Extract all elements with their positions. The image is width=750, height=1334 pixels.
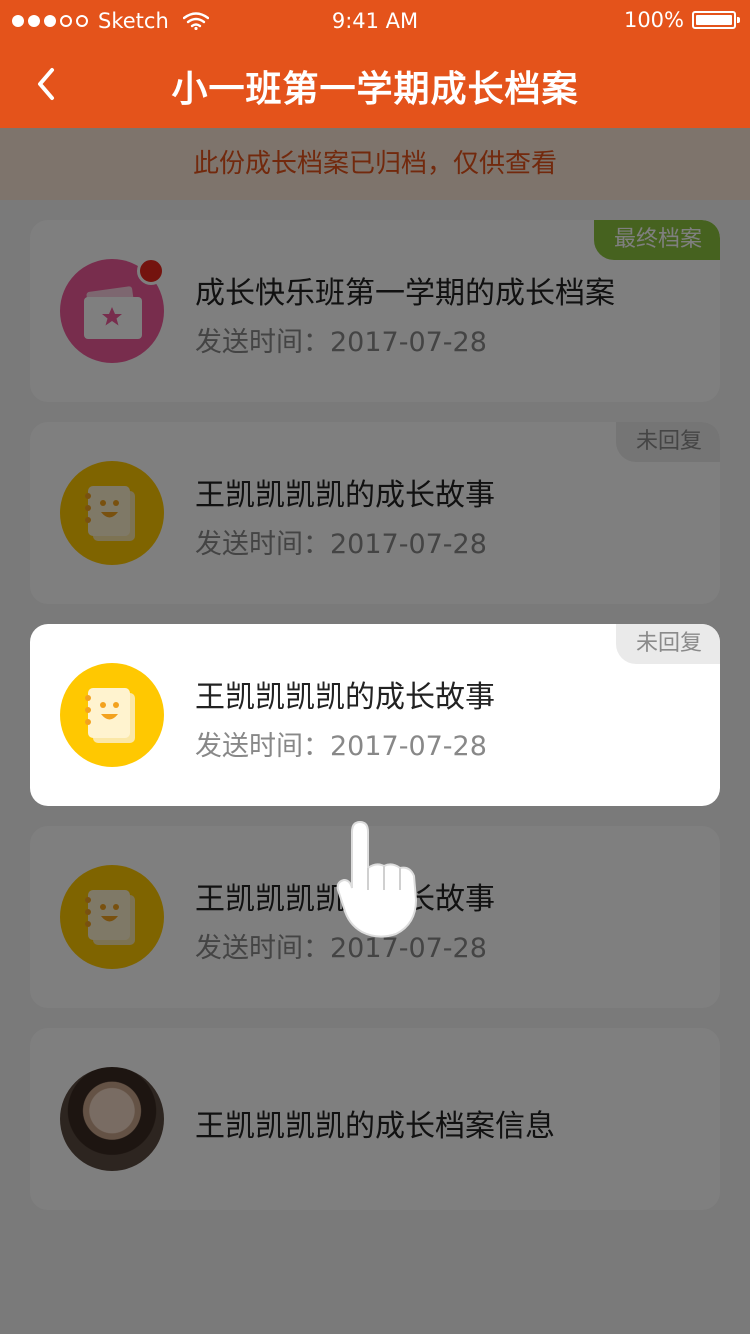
page-title: 小一班第一学期成长档案 xyxy=(171,69,579,110)
tap-hand-icon xyxy=(336,820,418,938)
unreplied-tag: 未回复 xyxy=(615,624,720,664)
list-item-highlighted[interactable]: 未回复 王凯凯凯凯的成长故事 发送时间：2017-07-28 xyxy=(30,624,720,806)
card-date: 发送时间：2017-07-28 xyxy=(195,731,487,762)
nav-bar: 小一班第一学期成长档案 xyxy=(0,40,750,128)
status-bar: Sketch 9:41 AM 100% xyxy=(0,0,750,40)
battery-indicator: 100% xyxy=(623,8,740,32)
battery-percent: 100% xyxy=(623,8,684,32)
notebook-smile-icon xyxy=(60,663,164,767)
battery-icon xyxy=(692,11,740,29)
card-title: 王凯凯凯凯的成长故事 xyxy=(195,680,495,715)
